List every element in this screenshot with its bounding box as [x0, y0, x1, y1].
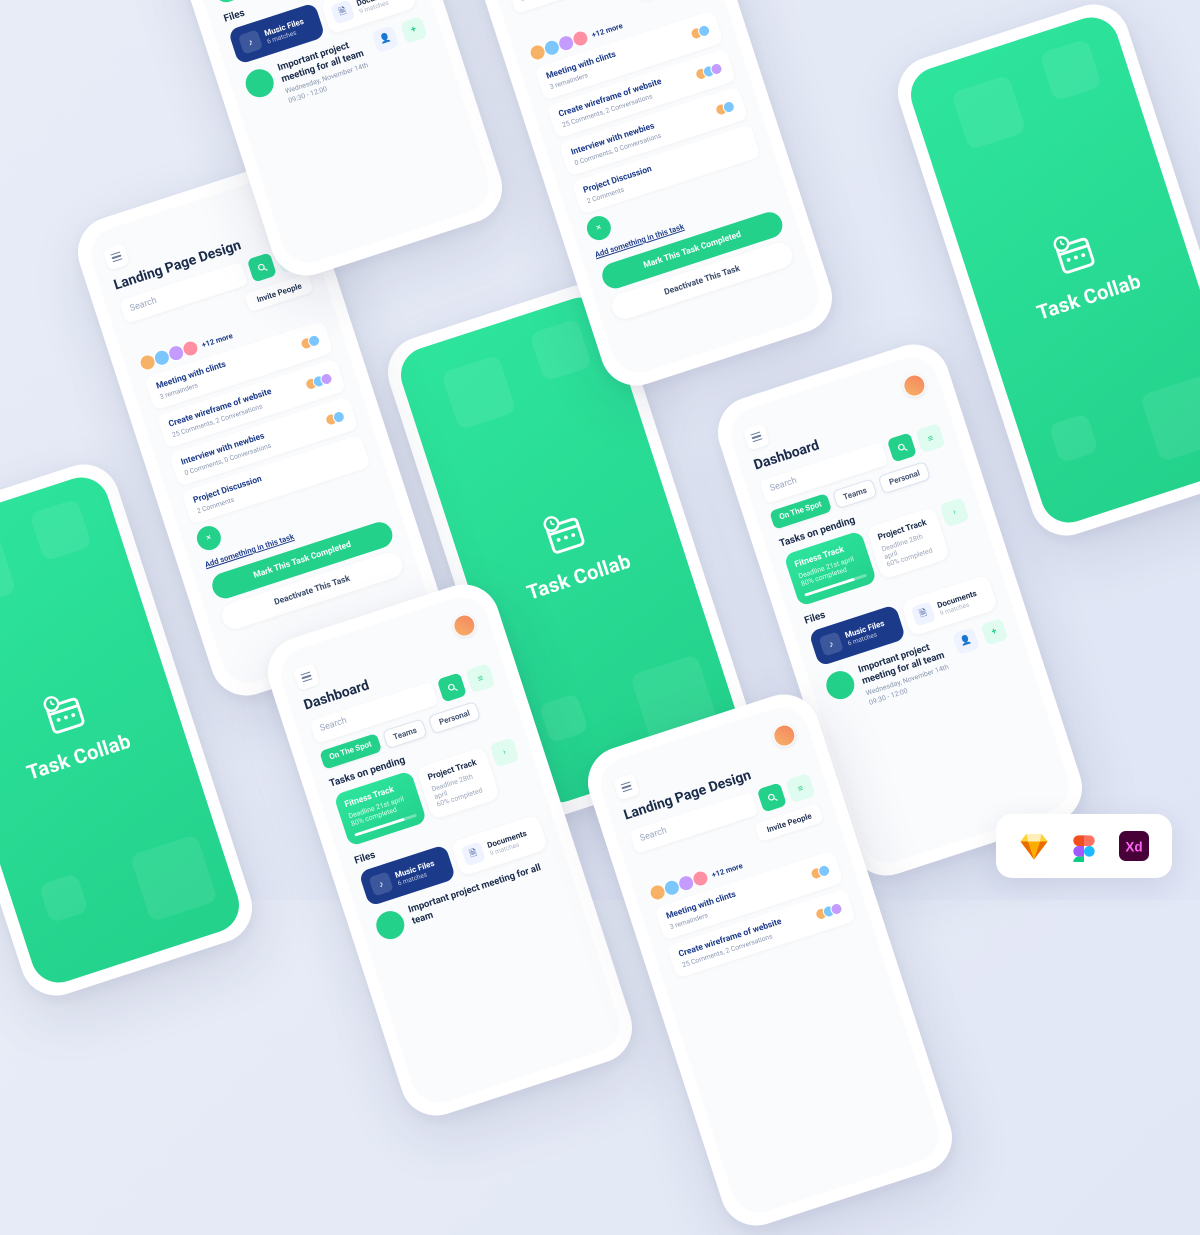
event-dot — [373, 907, 408, 942]
tab-personal[interactable]: Personal — [428, 701, 481, 734]
tab-personal[interactable]: Personal — [878, 461, 931, 494]
svg-text:Xd: Xd — [1125, 839, 1142, 854]
tab-teams[interactable]: Teams — [832, 478, 878, 509]
document-icon: 🗎 — [330, 0, 355, 25]
tab-teams[interactable]: Teams — [382, 718, 428, 749]
avatar[interactable] — [770, 722, 798, 750]
close-icon[interactable]: × — [194, 523, 224, 553]
music-icon: ♪ — [238, 29, 263, 54]
music-icon: ♪ — [369, 871, 394, 896]
brand-name: Task Collab — [524, 549, 634, 605]
avatar[interactable] — [900, 372, 928, 400]
brand-name: Task Collab — [24, 729, 134, 785]
design-tool-badges: Xd — [996, 814, 1172, 878]
search-icon[interactable] — [247, 252, 277, 282]
calendar-clock-icon — [536, 505, 594, 563]
mockup-stage: Task Collab Task Collab Task Collab — [0, 0, 1200, 900]
menu-button[interactable] — [743, 423, 771, 451]
document-icon: 🗎 — [911, 601, 936, 626]
avatar[interactable] — [450, 612, 478, 640]
event-dot — [242, 66, 277, 101]
event-dot — [823, 667, 858, 702]
menu-button[interactable] — [293, 663, 321, 691]
brand-name: Task Collab — [1034, 269, 1144, 325]
calendar-clock-icon — [36, 685, 94, 743]
xd-icon: Xd — [1116, 828, 1152, 864]
chevron-right-icon[interactable]: › — [939, 497, 969, 527]
document-icon: 🗎 — [461, 841, 486, 866]
filter-icon[interactable]: ≡ — [465, 663, 495, 693]
search-icon[interactable] — [437, 672, 467, 702]
add-button[interactable]: + — [400, 16, 428, 44]
search-icon[interactable] — [887, 432, 917, 462]
search-icon[interactable] — [757, 782, 787, 812]
user-icon[interactable]: 👤 — [371, 25, 399, 53]
menu-button[interactable] — [103, 243, 131, 271]
filter-icon[interactable]: ≡ — [915, 423, 945, 453]
user-icon[interactable]: 👤 — [952, 627, 980, 655]
calendar-clock-icon — [1046, 225, 1104, 283]
sketch-icon — [1016, 828, 1052, 864]
close-icon[interactable]: × — [584, 213, 614, 243]
figma-icon — [1066, 828, 1102, 864]
add-button[interactable]: + — [981, 618, 1009, 646]
music-icon: ♪ — [819, 631, 844, 656]
menu-button[interactable] — [613, 773, 641, 801]
chevron-right-icon[interactable]: › — [489, 737, 519, 767]
filter-icon[interactable]: ≡ — [785, 773, 815, 803]
